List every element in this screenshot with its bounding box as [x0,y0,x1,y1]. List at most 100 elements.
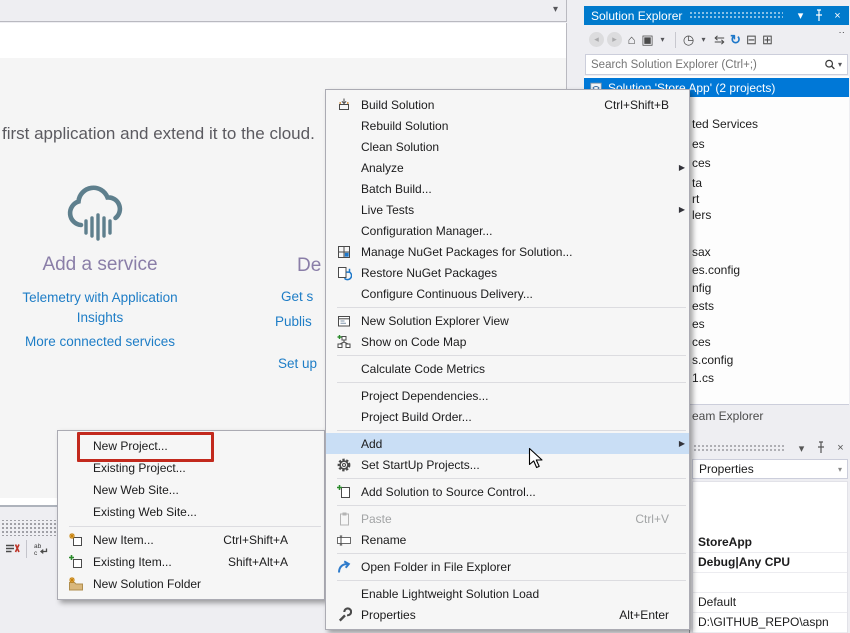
menu-item-label: Rename [356,533,669,547]
search-icon[interactable] [823,58,837,72]
menu-item-set-startup-projects[interactable]: Set StartUp Projects... [326,454,689,475]
pending-changes-filter-icon[interactable]: ◷ [682,32,695,48]
menu-item-shortcut: Alt+Enter [619,608,669,622]
search-input[interactable] [586,59,823,71]
menu-item-batch-build[interactable]: Batch Build... [326,178,689,199]
menu-item-label: Project Build Order... [356,410,669,424]
menu-item-existing-item[interactable]: Existing Item...Shift+Alt+A [58,551,324,573]
menu-item-add[interactable]: Add ▶ [326,433,689,454]
sync-with-active-document-icon[interactable]: ⇆ [713,32,726,48]
wrench-icon [332,607,356,623]
menu-item-project-build-order[interactable]: Project Build Order... [326,406,689,427]
property-value-row[interactable]: StoreApp [693,533,847,553]
property-value-row[interactable] [693,573,847,593]
menu-item-analyze[interactable]: Analyze▶ [326,157,689,178]
messages-icon[interactable] [4,541,20,557]
menu-separator [337,382,686,383]
menu-item-show-on-code-map[interactable]: Show on Code Map [326,331,689,352]
menu-item-label: New Project... [88,439,288,453]
search-options-caret-icon[interactable]: ▾ [838,60,842,69]
menu-item-new-project[interactable]: New Project... [58,435,324,457]
property-value-row[interactable]: Debug|Any CPU [693,553,847,573]
pin-icon[interactable] [811,8,827,24]
menu-item-configuration-manager[interactable]: Configuration Manager... [326,220,689,241]
menu-item-manage-nuget-packages-for-solution[interactable]: Manage NuGet Packages for Solution... [326,241,689,262]
menu-item-open-folder-in-file-explorer[interactable]: Open Folder in File Explorer [326,556,689,577]
menu-item-label: Build Solution [356,98,604,112]
tab-overflow-icon[interactable]: ▾ [553,4,558,15]
new-folder-icon [64,576,88,592]
add-a-service-title[interactable]: Add a service [0,254,200,276]
more-connected-services-link[interactable]: More connected services [0,334,200,349]
svg-text:c: c [34,550,38,557]
menu-item-enable-lightweight-solution-load[interactable]: Enable Lightweight Solution Load [326,583,689,604]
toolbar-overflow-icon[interactable]: ‥ [838,25,846,36]
menu-item-configure-continuous-delivery[interactable]: Configure Continuous Delivery... [326,283,689,304]
chevron-down-icon: ▾ [838,465,847,474]
menu-item-new-solution-explorer-view[interactable]: New Solution Explorer View [326,310,689,331]
menu-item-label: Clean Solution [356,140,669,154]
menu-separator [337,307,686,308]
get-started-link-fragment[interactable]: Get s [281,289,313,304]
menu-item-label: Add Solution to Source Control... [356,485,669,499]
build-icon [332,97,356,113]
menu-item-build-solution[interactable]: Build SolutionCtrl+Shift+B [326,94,689,115]
word-wrap-icon[interactable]: abc [33,541,49,557]
back-icon[interactable]: ◂ [589,32,604,47]
menu-item-label: New Solution Explorer View [356,314,669,328]
telemetry-link[interactable]: Telemetry with Application Insights [0,288,200,327]
menu-item-add-solution-to-source-control[interactable]: Add Solution to Source Control... [326,481,689,502]
solution-explorer-titlebar[interactable]: Solution Explorer ▾× [584,6,849,25]
menu-item-existing-project[interactable]: Existing Project... [58,457,324,479]
property-value-row[interactable]: Default [693,593,847,613]
window-position-icon[interactable]: ▾ [794,8,807,24]
window-position-icon[interactable]: ▾ [795,440,808,456]
publish-link-fragment[interactable]: Publis [275,314,312,329]
menu-item-label: Calculate Code Metrics [356,362,669,376]
dropdown-caret-icon[interactable]: ▾ [656,35,669,44]
property-value-row[interactable]: D:\GITHUB_REPO\aspn [693,613,847,633]
show-all-files-icon[interactable]: ⊞ [761,32,774,48]
solution-explorer-toolbar: ◂▸⌂▣▾◷▾⇆↻⊟⊞ [584,27,849,52]
menu-item-rebuild-solution[interactable]: Rebuild Solution [326,115,689,136]
home-icon[interactable]: ⌂ [625,32,638,47]
menu-separator [337,430,686,431]
menu-item-paste[interactable]: PasteCtrl+V [326,508,689,529]
menu-item-label: New Item... [88,533,223,547]
pin-icon[interactable] [813,440,829,456]
switch-views-icon[interactable]: ▣ [641,32,654,48]
close-icon[interactable]: × [834,440,847,456]
set-up-link-fragment[interactable]: Set up [278,356,317,371]
menu-item-label: Properties [356,608,619,622]
menu-item-live-tests[interactable]: Live Tests▶ [326,199,689,220]
menu-separator [69,526,321,527]
menu-item-label: Existing Web Site... [88,505,288,519]
source-control-add-icon [332,484,356,500]
toolbar-separator [26,540,27,558]
properties-selector[interactable]: Properties ▾ [692,459,848,479]
close-icon[interactable]: × [831,8,844,24]
submenu-arrow-icon: ▶ [675,439,685,448]
properties-titlebar[interactable]: ▾× [693,441,847,455]
menu-item-label: Batch Build... [356,182,669,196]
menu-item-clean-solution[interactable]: Clean Solution [326,136,689,157]
menu-item-properties[interactable]: PropertiesAlt+Enter [326,604,689,625]
menu-item-label: Live Tests [356,203,669,217]
menu-item-calculate-code-metrics[interactable]: Calculate Code Metrics [326,358,689,379]
menu-item-new-item[interactable]: New Item...Ctrl+Shift+A [58,529,324,551]
menu-item-label: Add [356,437,669,451]
forward-icon[interactable]: ▸ [607,32,622,47]
menu-item-label: Project Dependencies... [356,389,669,403]
new-item-icon [64,532,88,548]
menu-separator [337,478,686,479]
menu-item-restore-nuget-packages[interactable]: Restore NuGet Packages [326,262,689,283]
collapse-all-icon[interactable]: ⊟ [745,32,758,48]
menu-item-rename[interactable]: Rename [326,529,689,550]
menu-item-new-solution-folder[interactable]: New Solution Folder [58,573,324,595]
menu-item-existing-web-site[interactable]: Existing Web Site... [58,501,324,523]
menu-item-label: Analyze [356,161,669,175]
refresh-icon[interactable]: ↻ [729,32,742,48]
menu-item-new-web-site[interactable]: New Web Site... [58,479,324,501]
menu-item-project-dependencies[interactable]: Project Dependencies... [326,385,689,406]
dropdown-caret-icon[interactable]: ▾ [697,35,710,44]
